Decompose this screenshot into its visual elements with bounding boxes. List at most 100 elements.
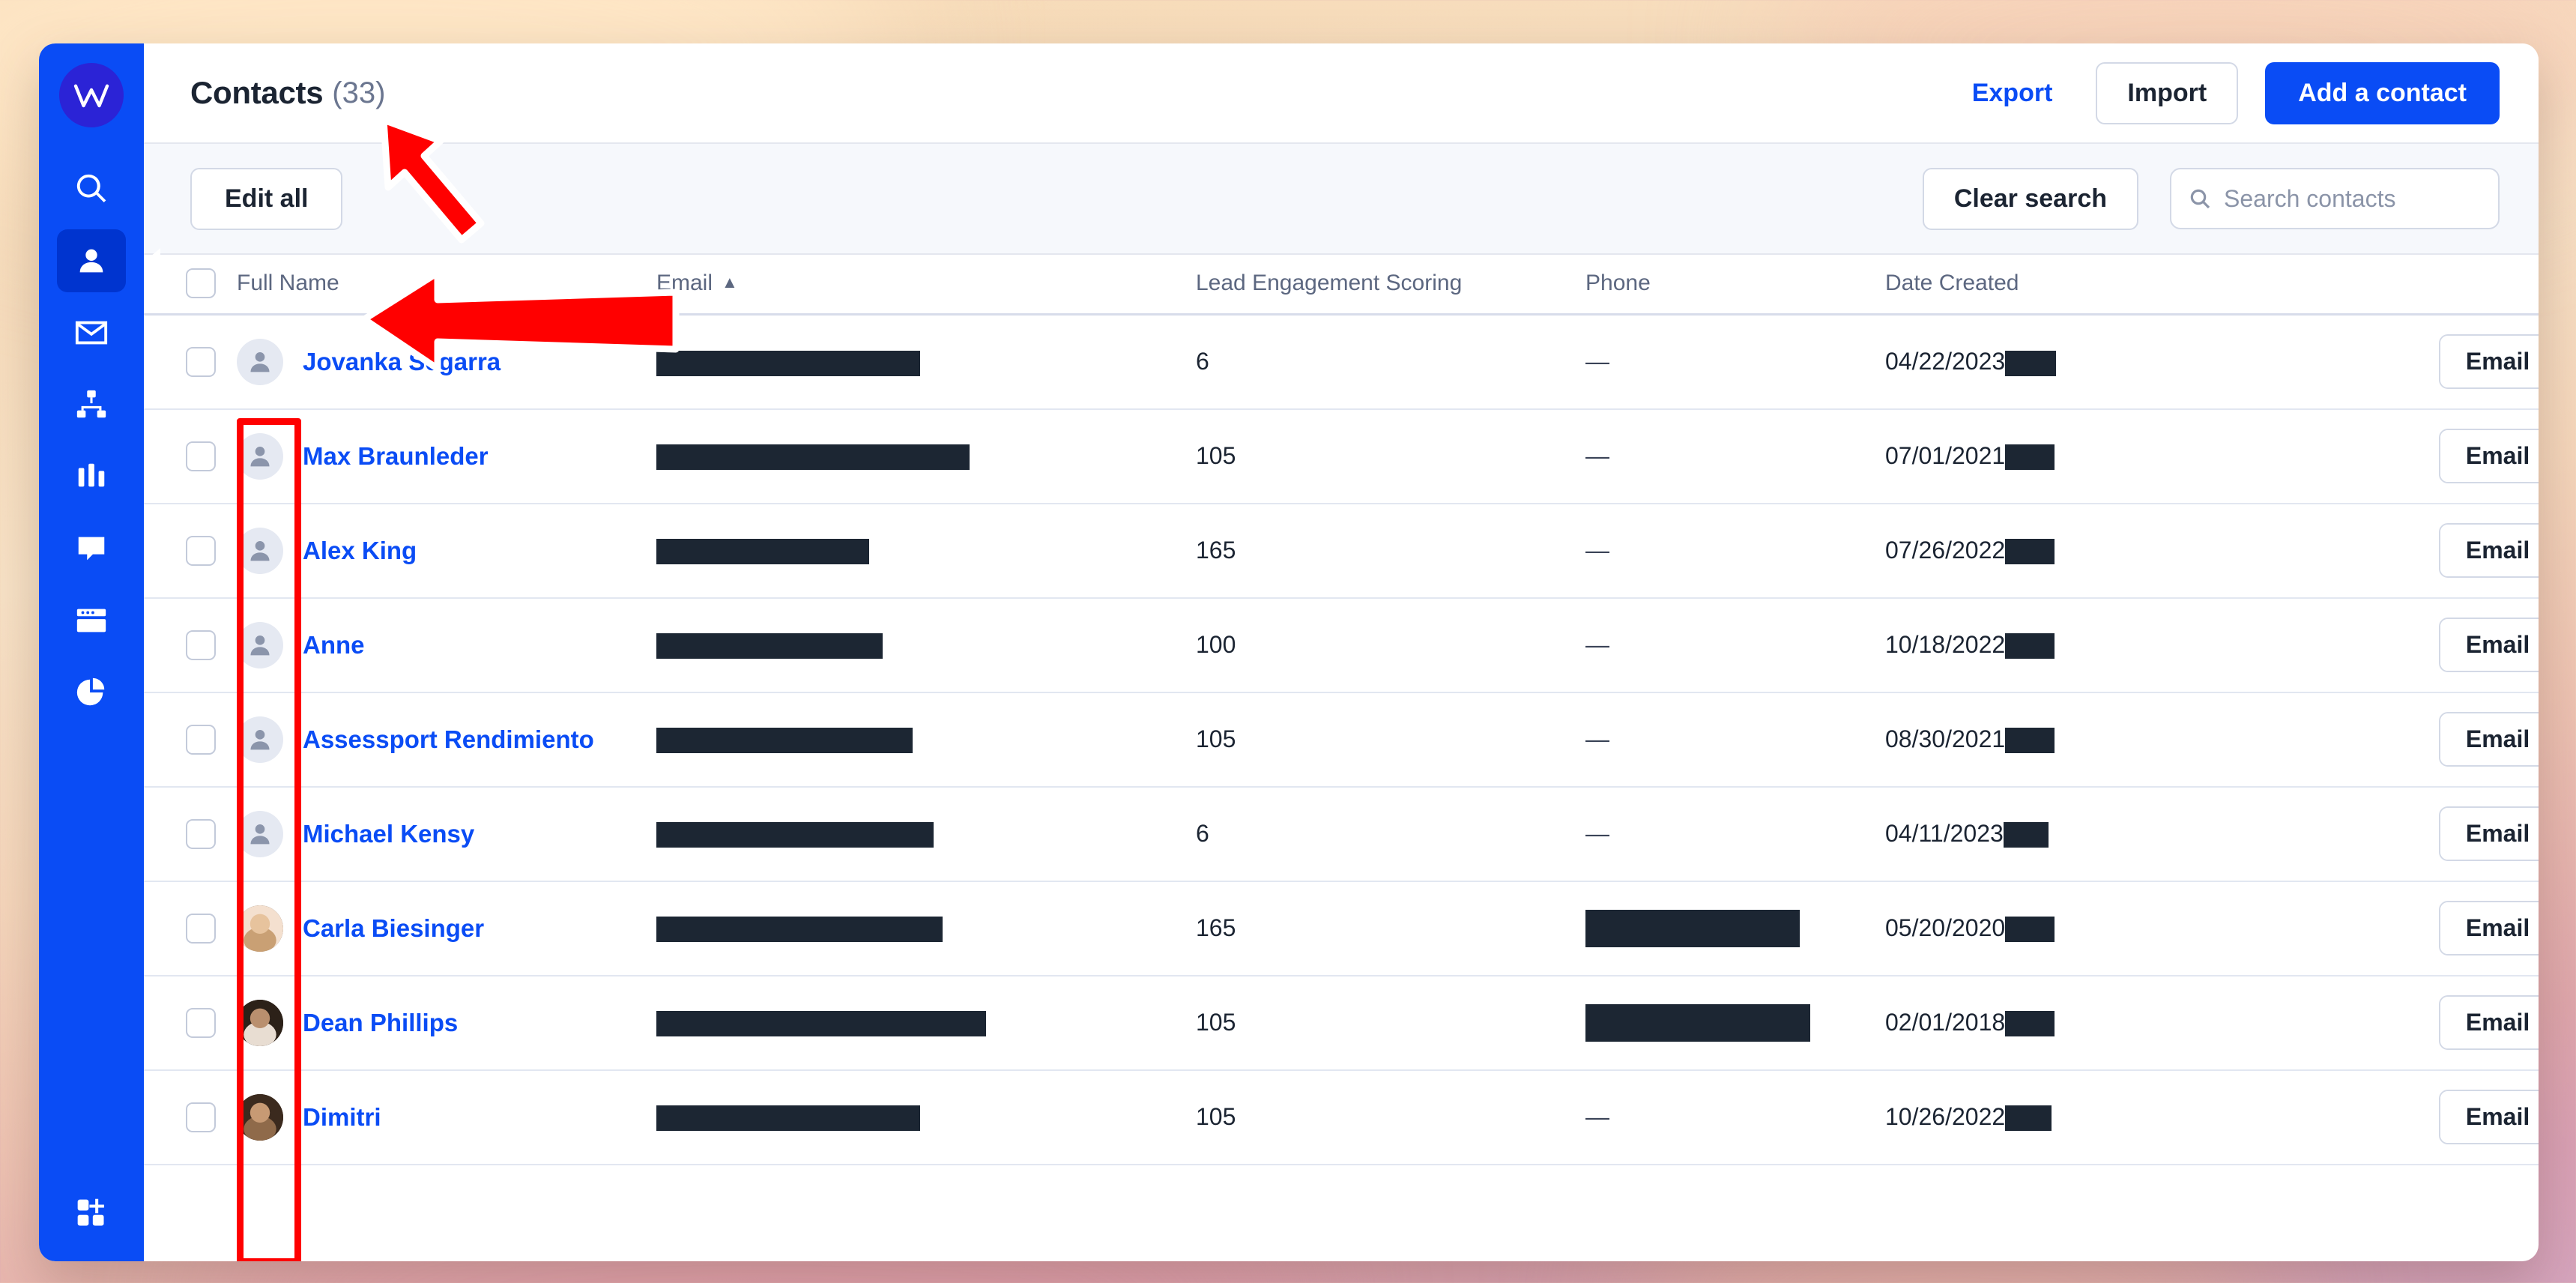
row-select-cell <box>144 975 237 1071</box>
date-created-value: 07/01/2021 <box>1885 441 2006 469</box>
table-row: Carla Biesinger 165 05/20/2020 Email▼ <box>144 881 2539 976</box>
date-created-value: 07/26/2022 <box>1885 536 2006 564</box>
email-action-button[interactable]: Email <box>2440 336 2539 388</box>
row-select-cell <box>144 408 237 504</box>
contact-name-link[interactable]: Alex King <box>303 537 417 565</box>
row-select-cell <box>144 786 237 882</box>
sidebar-item-pages[interactable] <box>57 589 126 652</box>
import-button[interactable]: Import <box>2096 61 2239 124</box>
email-action-button[interactable]: Email <box>2440 997 2539 1048</box>
row-checkbox[interactable] <box>186 535 216 566</box>
column-header-email[interactable]: Email ▲ <box>656 255 1196 316</box>
sidebar-item-search[interactable] <box>57 157 126 220</box>
email-split-button: Email▼ <box>2438 523 2539 578</box>
avatar-placeholder <box>237 810 283 857</box>
add-apps-grid-icon <box>77 1198 104 1226</box>
add-contact-button[interactable]: Add a contact <box>2265 61 2500 124</box>
person-icon <box>250 446 270 466</box>
empty-phone-value: — <box>1585 537 1609 564</box>
column-header-date-created[interactable]: Date Created <box>1885 255 2275 316</box>
clear-search-button[interactable]: Clear search <box>1922 167 2138 230</box>
row-checkbox[interactable] <box>186 1102 216 1132</box>
browser-window-icon <box>76 609 106 633</box>
redacted-time <box>2005 1011 2055 1037</box>
row-checkbox[interactable] <box>186 346 216 377</box>
lead-engagement-score-cell: 165 <box>1196 881 1585 976</box>
contact-name-wrapper: Carla Biesinger <box>237 905 656 952</box>
search-input[interactable] <box>2224 184 2482 213</box>
column-header-phone[interactable]: Phone <box>1585 255 1885 316</box>
email-split-button: Email▼ <box>2438 806 2539 861</box>
avatar-placeholder <box>237 716 283 763</box>
select-all-checkbox[interactable] <box>186 268 216 298</box>
lead-engagement-score-cell: 100 <box>1196 597 1585 693</box>
row-actions-cell: Email▼ <box>2275 692 2539 788</box>
contact-name-link[interactable]: Assessport Rendimiento <box>303 725 594 754</box>
email-action-button[interactable]: Email <box>2440 619 2539 671</box>
row-checkbox[interactable] <box>186 724 216 755</box>
redacted-time <box>2005 917 2055 943</box>
contact-name-wrapper: Anne <box>237 621 656 668</box>
contact-name-wrapper: Assessport Rendimiento <box>237 716 656 763</box>
sidebar-item-boards[interactable] <box>57 445 126 508</box>
contact-phone-cell: — <box>1585 1069 1885 1165</box>
contact-name-cell: Max Braunleder <box>237 408 656 504</box>
search-box[interactable] <box>2170 168 2500 229</box>
contact-name-link[interactable]: Michael Kensy <box>303 820 474 848</box>
sidebar-item-mail[interactable] <box>57 301 126 364</box>
row-checkbox[interactable] <box>186 1007 216 1038</box>
contact-name-cell: Carla Biesinger <box>237 881 656 976</box>
sidebar-item-analytics[interactable] <box>57 661 126 724</box>
email-action-button[interactable]: Email <box>2440 430 2539 482</box>
sidebar-item-contacts[interactable] <box>57 229 160 292</box>
table-row: Dimitri 105— 10/26/2022 Email▼ <box>144 1069 2539 1165</box>
row-checkbox[interactable] <box>186 913 216 944</box>
edit-all-button[interactable]: Edit all <box>190 167 343 230</box>
email-action-button[interactable]: Email <box>2440 525 2539 576</box>
row-checkbox[interactable] <box>186 441 216 471</box>
contact-email-cell <box>656 692 1196 788</box>
person-icon <box>250 351 270 372</box>
email-action-button[interactable]: Email <box>2440 808 2539 860</box>
contact-name-link[interactable]: Max Braunleder <box>303 442 489 471</box>
export-button[interactable]: Export <box>1959 71 2066 115</box>
avatar-placeholder <box>237 527 283 574</box>
column-header-full-name[interactable]: Full Name <box>237 255 656 316</box>
contact-phone-cell: — <box>1585 597 1885 693</box>
redacted-time <box>2005 350 2057 376</box>
redacted-time <box>2003 822 2049 848</box>
email-action-button[interactable]: Email <box>2440 713 2539 765</box>
email-action-button[interactable]: Email <box>2440 902 2539 954</box>
contact-name-link[interactable]: Dimitri <box>303 1103 381 1132</box>
contact-name-wrapper: Dimitri <box>237 1093 656 1141</box>
contact-name-cell: Michael Kensy <box>237 786 656 882</box>
email-action-button[interactable]: Email <box>2440 1091 2539 1143</box>
table-header-row: Full Name Email ▲ Lead Engagement Scoring… <box>144 255 2539 316</box>
redacted-time <box>2005 1105 2052 1132</box>
row-actions-cell: Email▼ <box>2275 597 2539 693</box>
page-title: Contacts <box>190 75 324 110</box>
contact-name-cell: Dean Phillips <box>237 975 656 1071</box>
sidebar-item-conversations[interactable] <box>57 517 126 580</box>
contact-name-link[interactable]: Anne <box>303 631 365 659</box>
contact-name-cell: Dimitri <box>237 1069 656 1165</box>
contact-name-link[interactable]: Jovanka Segarra <box>303 348 501 376</box>
row-checkbox[interactable] <box>186 818 216 849</box>
row-checkbox[interactable] <box>186 630 216 660</box>
contact-name-link[interactable]: Dean Phillips <box>303 1009 458 1037</box>
date-created-cell: 05/20/2020 <box>1885 881 2275 976</box>
empty-phone-value: — <box>1585 631 1609 658</box>
app-logo[interactable] <box>59 63 124 127</box>
contact-name-link[interactable]: Carla Biesinger <box>303 914 484 943</box>
avatar-placeholder <box>237 621 283 668</box>
contact-name-wrapper: Jovanka Segarra <box>237 338 656 385</box>
avatar-photo <box>237 1093 283 1141</box>
contact-name-wrapper: Max Braunleder <box>237 432 656 480</box>
lead-engagement-score-cell: 6 <box>1196 786 1585 882</box>
sidebar-item-apps[interactable] <box>57 1182 126 1245</box>
column-settings-header[interactable]: ▼ <box>2275 255 2539 316</box>
column-header-lead-score[interactable]: Lead Engagement Scoring <box>1196 255 1585 316</box>
person-icon <box>250 824 270 844</box>
redacted-email <box>656 822 934 848</box>
sidebar-item-automations[interactable] <box>57 373 126 436</box>
